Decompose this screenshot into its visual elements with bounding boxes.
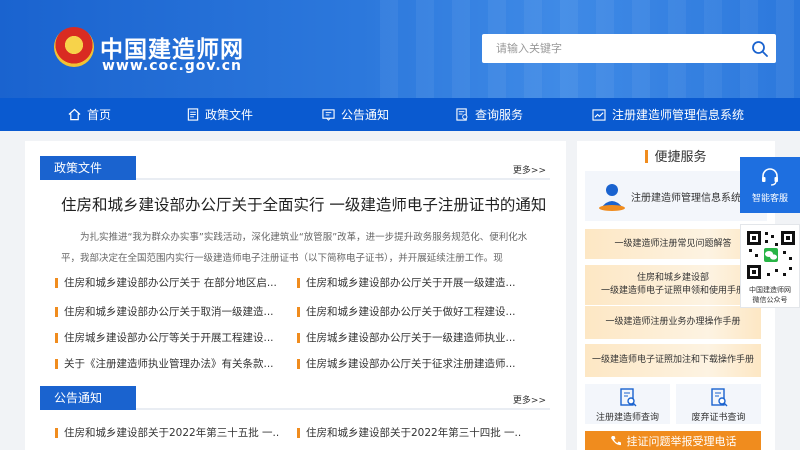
- list-item-text: 住房城乡建设部办公厅关于一级建造师执业...: [306, 332, 516, 344]
- constructor-query-tile[interactable]: 注册建造师查询: [585, 384, 670, 424]
- bullet-marker: [297, 277, 300, 288]
- policy-section-header: 政策文件 更多>>: [40, 156, 550, 180]
- list-item-text: 住房和城乡建设部关于2022年第三十五批 一...: [64, 427, 280, 439]
- guide-download-manual[interactable]: 一级建造师电子证照加注和下载操作手册: [585, 344, 761, 377]
- report-hotline-button[interactable]: 挂证问题举报受理电话: [585, 431, 761, 450]
- list-item[interactable]: 住房和城乡建设部关于2022年第三十四批 一...: [297, 425, 522, 440]
- national-emblem-icon: ★: [54, 27, 94, 67]
- smart-customer-service-button[interactable]: 智能客服: [740, 157, 800, 213]
- nav-item-label: 注册建造师管理信息系统: [612, 108, 745, 122]
- qr-caption-line: 微信公众号: [752, 296, 788, 304]
- main-content: 政策文件 更多>> 住房和城乡建设部办公厅关于全面实行 一级建造师电子注册证书的…: [25, 141, 566, 450]
- nav-item-system[interactable]: 注册建造师管理信息系统: [592, 98, 744, 131]
- list-item-text: 住房城乡建设部办公厅关于征求注册建造师...: [306, 358, 516, 370]
- list-item[interactable]: 住房和城乡建设部办公厅关于开展一级建造...: [297, 275, 522, 290]
- notice-icon: [322, 109, 335, 121]
- guide-label: 一级建造师注册业务办理操作手册: [605, 317, 741, 327]
- bullet-marker: [297, 358, 300, 369]
- nav-item-policy[interactable]: 政策文件: [187, 98, 253, 131]
- search-cert-icon: [710, 388, 727, 407]
- policy-more-link[interactable]: 更多>>: [513, 163, 546, 176]
- notice-section-tab[interactable]: 公告通知: [40, 386, 136, 410]
- list-item[interactable]: 住房和城乡建设部办公厅关于做好工程建设...: [297, 304, 522, 319]
- quick-service-title-text: 便捷服务: [654, 150, 707, 165]
- bullet-marker: [55, 358, 58, 369]
- bullet-marker: [297, 332, 300, 343]
- guide-registration-manual[interactable]: 一级建造师注册业务办理操作手册: [585, 306, 761, 339]
- headset-icon: [762, 168, 778, 186]
- list-item[interactable]: 住房和城乡建设部办公厅关于取消一级建造...: [55, 304, 280, 319]
- title-marker: [645, 150, 649, 163]
- bullet-marker: [297, 427, 300, 438]
- nav-item-home[interactable]: 首页: [68, 98, 111, 131]
- notice-section-header: 公告通知 更多>>: [40, 386, 550, 410]
- nav-item-label: 政策文件: [205, 108, 254, 122]
- policy-section-tab[interactable]: 政策文件: [40, 156, 136, 180]
- bullet-marker: [55, 332, 58, 343]
- bullet-marker: [55, 306, 58, 317]
- site-url: www.coc.gov.cn: [102, 58, 242, 74]
- headline-summary: 为扎实推进“我为群众办实事”实践活动，深化建筑业“放管服”改革，进一步提升政务服…: [61, 232, 528, 264]
- report-hotline-label: 挂证问题举报受理电话: [626, 434, 737, 448]
- wechat-qr-widget: 中国建造师网 微信公众号: [740, 224, 800, 308]
- nav-item-query[interactable]: 查询服务: [456, 98, 523, 131]
- list-item[interactable]: 住房城乡建设部办公厅关于征求注册建造师...: [297, 356, 522, 371]
- query-icon: [456, 108, 468, 121]
- user-system-icon: [599, 184, 625, 211]
- list-item-text: 住房和城乡建设部办公厅关于做好工程建设...: [306, 306, 516, 318]
- nav-item-notice[interactable]: 公告通知: [322, 98, 389, 131]
- chart-icon: [592, 108, 606, 121]
- bullet-marker: [55, 277, 58, 288]
- tile-label: 注册建造师查询: [595, 413, 659, 423]
- tile-label: 废弃证书查询: [691, 413, 746, 423]
- qr-code-icon: [745, 229, 797, 281]
- nav-item-label: 公告通知: [341, 108, 390, 122]
- document-icon: [187, 108, 199, 121]
- search-doc-icon: [619, 388, 636, 407]
- notice-more-link[interactable]: 更多>>: [513, 393, 546, 406]
- main-nav: 首页 政策文件 公告通知 查询服务 注册建造师管理信息系统: [0, 98, 800, 131]
- list-item[interactable]: 住房和城乡建设部关于2022年第三十五批 一...: [55, 425, 280, 440]
- system-link-label: 注册建造师管理信息系统: [631, 193, 741, 204]
- search-box: [482, 34, 776, 63]
- list-item-text: 住房和城乡建设部办公厅关于 在部分地区启...: [64, 277, 277, 289]
- list-item-text: 住房和城乡建设部办公厅关于开展一级建造...: [306, 277, 516, 289]
- revoked-certificate-query-tile[interactable]: 废弃证书查询: [676, 384, 761, 424]
- list-item[interactable]: 住房城乡建设部办公厅等关于开展工程建设...: [55, 330, 280, 345]
- bullet-marker: [297, 306, 300, 317]
- search-icon[interactable]: [750, 39, 770, 59]
- home-icon: [68, 108, 81, 121]
- qr-caption-line: 中国建造师网: [749, 286, 791, 294]
- list-item[interactable]: 住房城乡建设部办公厅关于一级建造师执业...: [297, 330, 522, 345]
- nav-item-label: 查询服务: [475, 108, 524, 122]
- guide-label: 住房和城乡建设部 一级建造师电子证照申领和使用手册: [600, 273, 745, 296]
- guide-label: 一级建造师注册常见问题解答: [614, 238, 732, 249]
- list-item-text: 住房和城乡建设部关于2022年第三十四批 一...: [306, 427, 522, 439]
- phone-icon: [610, 435, 621, 445]
- list-item[interactable]: 关于《注册建造师执业管理办法》有关条款...: [55, 356, 280, 371]
- nav-item-label: 首页: [87, 108, 112, 122]
- smart-service-label: 智能客服: [751, 194, 788, 204]
- bullet-marker: [55, 427, 58, 438]
- search-input[interactable]: [496, 39, 746, 58]
- headline-link[interactable]: 住房和城乡建设部办公厅关于全面实行 一级建造师电子注册证书的通知: [61, 193, 546, 215]
- guide-label: 一级建造师电子证照加注和下载操作手册: [591, 355, 754, 365]
- guide-faq[interactable]: 一级建造师注册常见问题解答: [585, 229, 761, 259]
- list-item-text: 住房和城乡建设部办公厅关于取消一级建造...: [64, 306, 274, 318]
- qr-caption: 中国建造师网 微信公众号: [741, 285, 799, 305]
- site-header: ★ 中国建造师网 www.coc.gov.cn: [0, 0, 800, 98]
- guide-certificate-manual[interactable]: 住房和城乡建设部 一级建造师电子证照申领和使用手册: [585, 265, 761, 305]
- list-item[interactable]: 住房和城乡建设部办公厅关于 在部分地区启...: [55, 275, 280, 290]
- list-item-text: 住房城乡建设部办公厅等关于开展工程建设...: [64, 332, 274, 344]
- list-item-text: 关于《注册建造师执业管理办法》有关条款...: [64, 358, 274, 370]
